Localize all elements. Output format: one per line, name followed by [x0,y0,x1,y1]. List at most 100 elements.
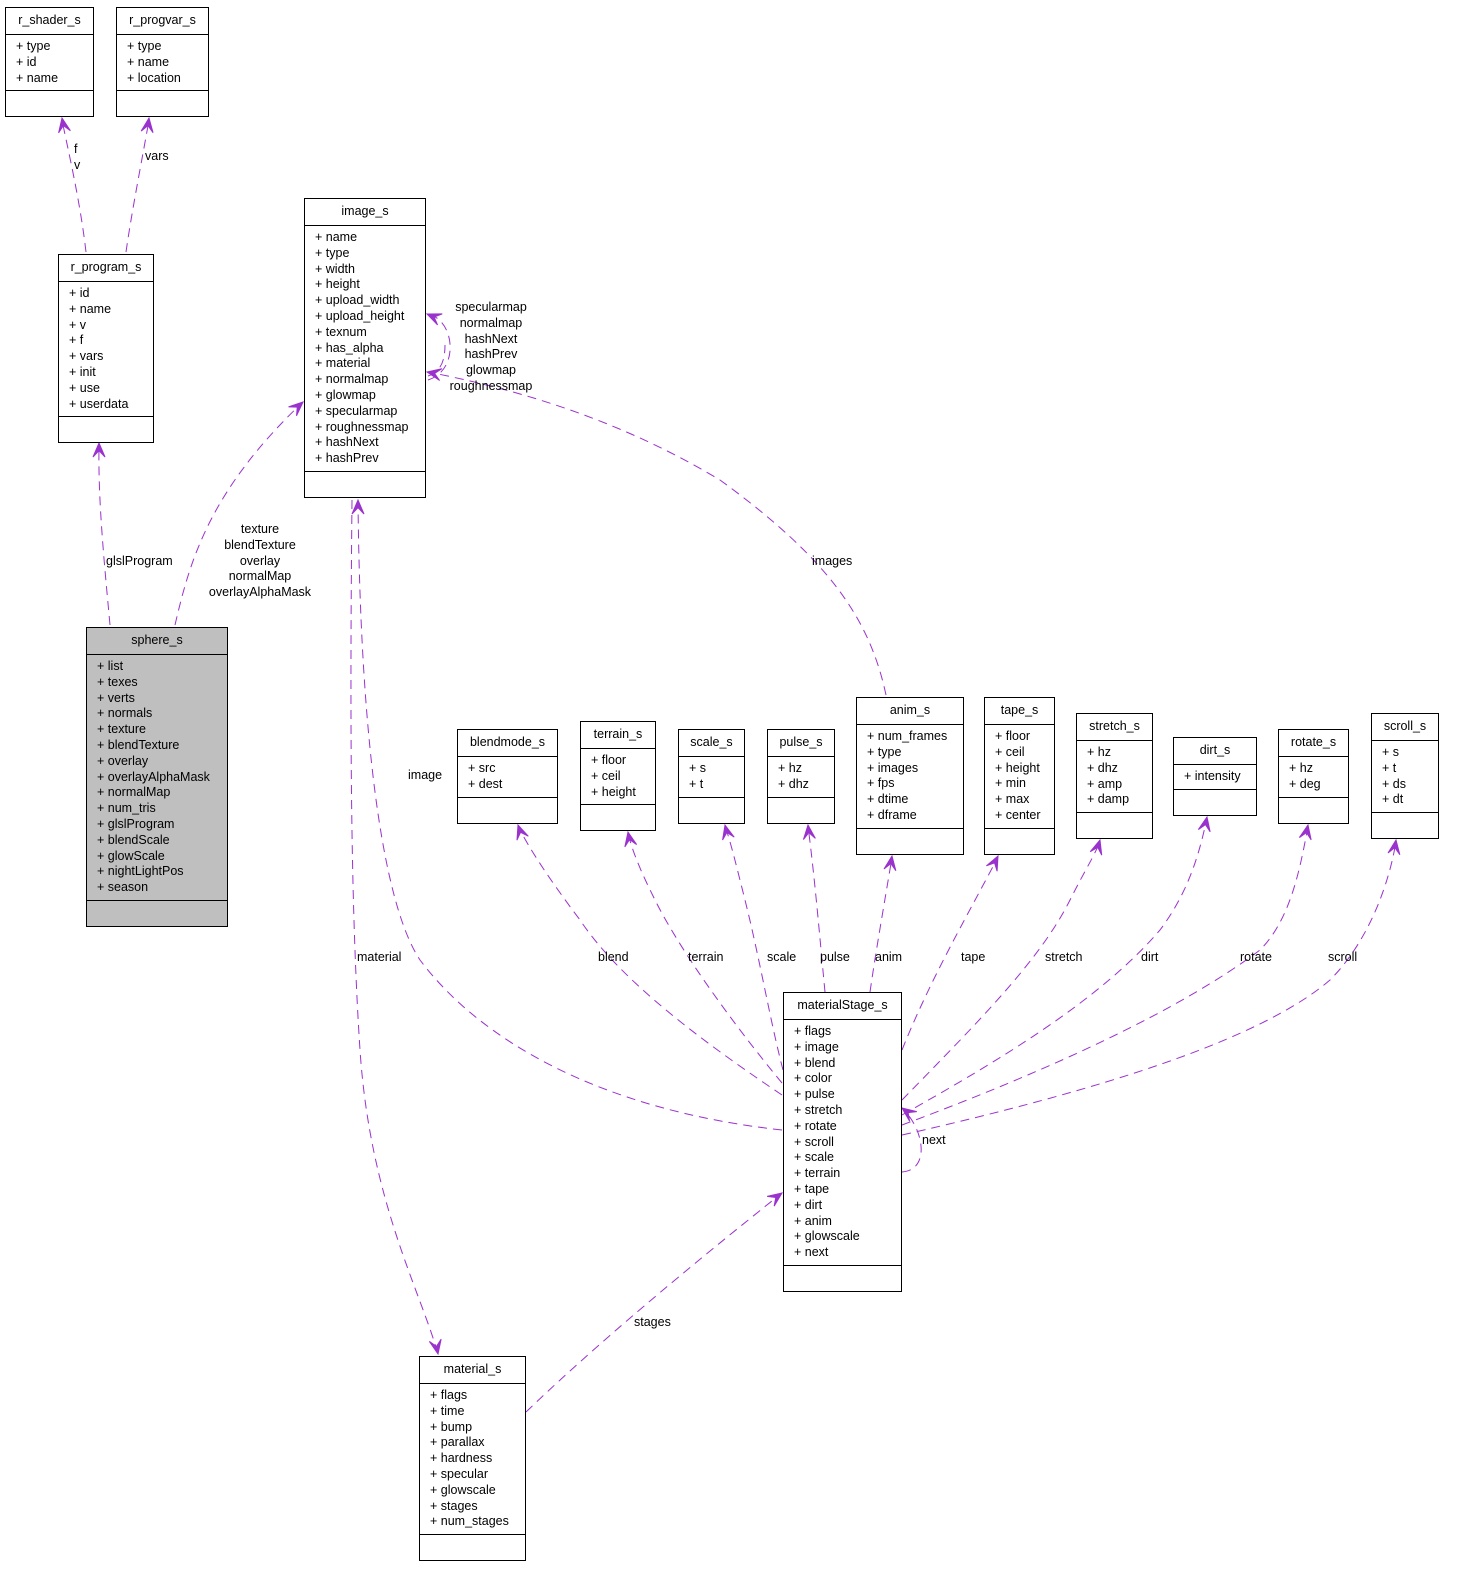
attribute-list: + id + name + v + f + vars + init + use + userd… [59,282,153,418]
arrowhead-icon [1387,838,1401,856]
attribute-name: bump [440,1419,473,1434]
attribute: + dframe [867,808,963,824]
edge-line [901,825,1309,1126]
edge-label-group: stretch [1045,950,1083,966]
operations-section [768,798,834,823]
public-marker: + [995,807,1006,822]
class-box-tape-s[interactable]: tape_s + floor + ceil + height + min + max + c… [984,697,1055,855]
attribute-list: + hz + dhz [768,757,834,798]
class-name: tape_s [985,698,1054,725]
attribute-name: type [877,744,902,759]
attribute-name: v [79,317,87,332]
attribute: + name [315,230,425,246]
edge-label: rotate [1240,950,1272,964]
class-box-r-progvar-s[interactable]: r_progvar_s + type + name + location [116,7,209,118]
attribute-list: + name + type + width + height + upload_widt… [305,226,425,472]
attribute: + ceil [591,769,655,785]
edge-materialstage-s-to-materialstage-s [900,1107,922,1173]
class-name: rotate_s [1279,730,1348,757]
attribute: + overlayAlphaMask [97,770,227,786]
class-box-r-program-s[interactable]: r_program_s + id + name + v + f + vars + init +… [58,254,154,444]
class-name: dirt_s [1174,738,1256,765]
attribute: + init [69,365,153,381]
attribute-name: type [325,245,350,260]
attribute-list: + floor + ceil + height + min + max + center [985,725,1054,829]
public-marker: + [97,816,108,831]
operations-section [6,91,93,116]
class-box-terrain-s[interactable]: terrain_s + floor + ceil + height [580,721,656,832]
class-box-sphere-s[interactable]: sphere_s + list + texes + verts + normals + t… [86,627,228,927]
attribute-name: images [877,760,919,775]
class-box-rotate-s[interactable]: rotate_s + hz + deg [1278,729,1349,824]
class-box-r-shader-s[interactable]: r_shader_s + type + id + name [5,7,94,118]
attribute: + texnum [315,325,425,341]
public-marker: + [1382,792,1393,807]
public-marker: + [591,768,602,783]
edge-materialstage-s-to-scroll-s [901,838,1401,1136]
edge-label-group: glslProgram [106,554,173,570]
class-box-pulse-s[interactable]: pulse_s + hz + dhz [767,729,835,824]
class-box-anim-s[interactable]: anim_s + num_frames + type + images + fps + d… [856,697,964,855]
attribute: + upload_height [315,309,425,325]
attribute-list: + s + t + ds + dt [1372,741,1438,814]
attribute: + glowscale [794,1229,901,1245]
attribute: + num_tris [97,801,227,817]
class-name: r_shader_s [6,8,93,35]
attribute-name: center [1005,807,1041,822]
public-marker: + [794,1181,805,1196]
attribute-name: color [804,1071,832,1086]
attribute-list: + num_frames + type + images + fps + dtime + … [857,725,963,829]
attribute-name: use [79,380,100,395]
arrowhead-icon [288,401,304,416]
class-box-scroll-s[interactable]: scroll_s + s + t + ds + dt [1371,713,1439,840]
attribute-name: s [1392,745,1400,759]
edge-image-s-to-material-s [350,499,442,1356]
arrowhead-icon [516,823,529,841]
attribute-name: vars [79,349,104,364]
arrowhead-icon [900,1107,917,1122]
class-box-scale-s[interactable]: scale_s + s + t [678,729,745,824]
public-marker: + [1289,761,1300,775]
class-box-stretch-s[interactable]: stretch_s + hz + dhz + amp + damp [1076,713,1153,840]
attribute-name: blendScale [107,832,170,847]
attribute: + dhz [1087,761,1152,777]
public-marker: + [867,807,878,822]
attribute: + id [16,55,93,71]
public-marker: + [430,1419,441,1434]
class-box-material-s[interactable]: material_s + flags + time + bump + parallax +… [419,1356,526,1562]
attribute: + type [315,246,425,262]
public-marker: + [995,729,1006,743]
class-name: pulse_s [768,730,834,757]
edge-label: blend [598,950,629,964]
attribute: + hashNext [315,435,425,451]
edge-label: dirt [1141,950,1159,964]
public-marker: + [69,286,80,300]
public-marker: + [127,54,138,69]
attribute: + src [468,761,557,777]
attribute-name: upload_width [325,293,400,308]
public-marker: + [16,54,27,69]
attribute: + height [995,761,1054,777]
public-marker: + [995,760,1006,775]
arrowhead-icon [1089,838,1103,856]
attribute: + normalMap [97,785,227,801]
public-marker: + [127,39,138,53]
attribute: + dtime [867,792,963,808]
attribute: + num_stages [430,1514,525,1530]
class-box-image-s[interactable]: image_s + name + type + width + height + uplo… [304,198,426,498]
edge-label-group: material [357,950,401,966]
class-box-dirt-s[interactable]: dirt_s + intensity [1173,737,1257,816]
public-marker: + [794,1024,805,1038]
arrowhead-icon [883,854,897,872]
attribute-name: texes [107,674,138,689]
public-marker: + [1382,760,1393,775]
class-box-blendmode-s[interactable]: blendmode_s + src + dest [457,729,558,824]
class-box-materialstage-s[interactable]: materialStage_s + flags + image + blend + co… [783,992,902,1292]
public-marker: + [995,792,1006,807]
class-name: material_s [420,1357,525,1384]
edge-line [901,840,1101,1101]
attribute-list: + intensity [1174,765,1256,790]
edge-material-s-to-materialstage-s [525,1192,784,1413]
operations-section [985,829,1054,854]
edge-line [525,1192,783,1413]
